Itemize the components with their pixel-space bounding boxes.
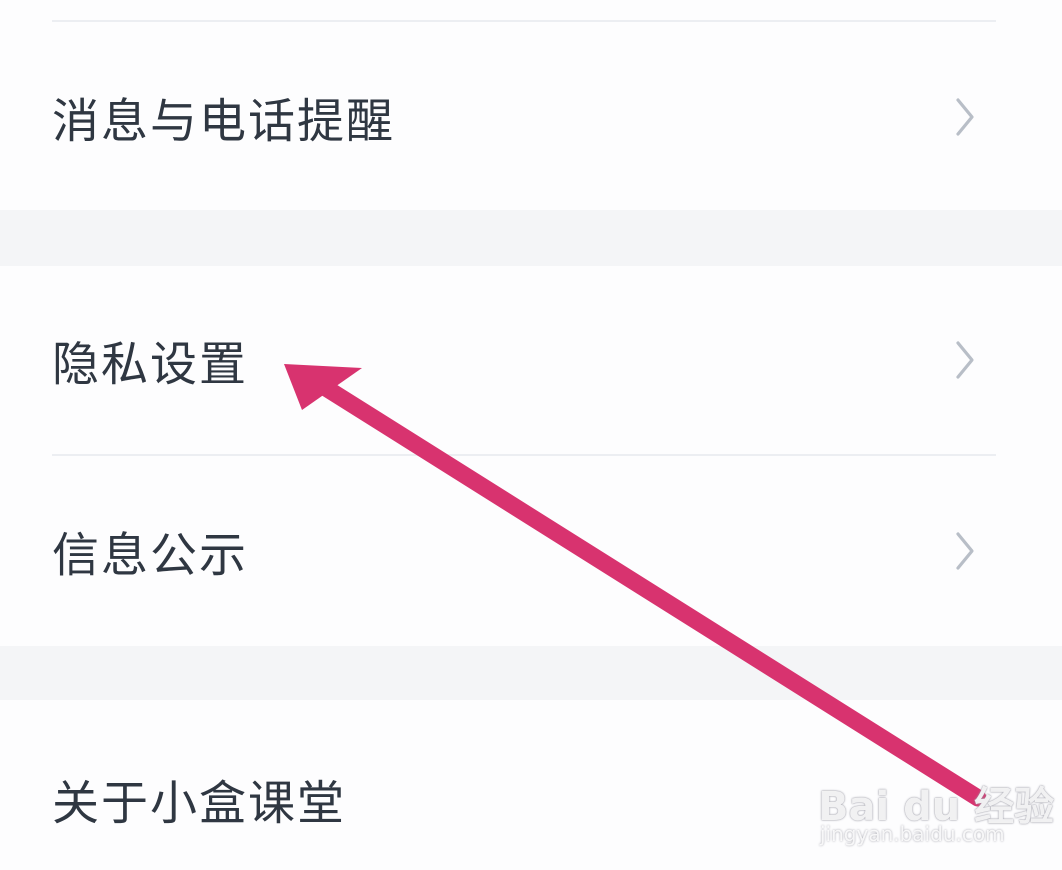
settings-screen: 消息与电话提醒 隐私设置 信息公示 关于小盒课堂 Bai du 经验 jingy… [0, 0, 1062, 870]
section-gap [0, 210, 1062, 266]
settings-item-label: 信息公示 [52, 528, 248, 584]
settings-item-privacy[interactable]: 隐私设置 [0, 266, 1062, 454]
chevron-right-icon [956, 98, 974, 136]
chevron-right-icon [956, 532, 974, 570]
watermark-url: jingyan.baidu.com [820, 822, 1005, 846]
top-divider [52, 20, 996, 22]
baidu-jingyan-watermark: Bai du 经验 jingyan.baidu.com [818, 764, 1054, 854]
settings-item-notifications[interactable]: 消息与电话提醒 [0, 24, 1062, 210]
chevron-right-icon [956, 341, 974, 379]
settings-item-label: 隐私设置 [52, 337, 248, 393]
section-gap [0, 646, 1062, 700]
settings-item-label: 消息与电话提醒 [52, 94, 395, 150]
settings-item-info-disclosure[interactable]: 信息公示 [0, 456, 1062, 646]
settings-item-label: 关于小盒课堂 [52, 776, 346, 832]
